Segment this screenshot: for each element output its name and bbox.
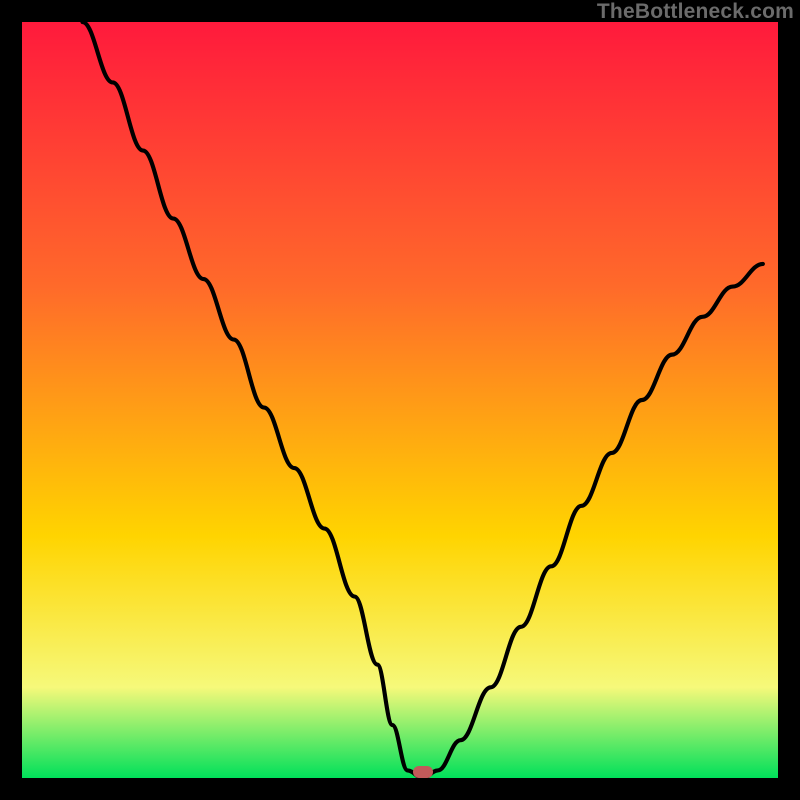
chart-frame: TheBottleneck.com — [0, 0, 800, 800]
optimal-point-marker — [413, 766, 433, 778]
bottleneck-curve — [22, 22, 778, 778]
plot-area — [22, 22, 778, 778]
watermark-text: TheBottleneck.com — [597, 0, 794, 24]
